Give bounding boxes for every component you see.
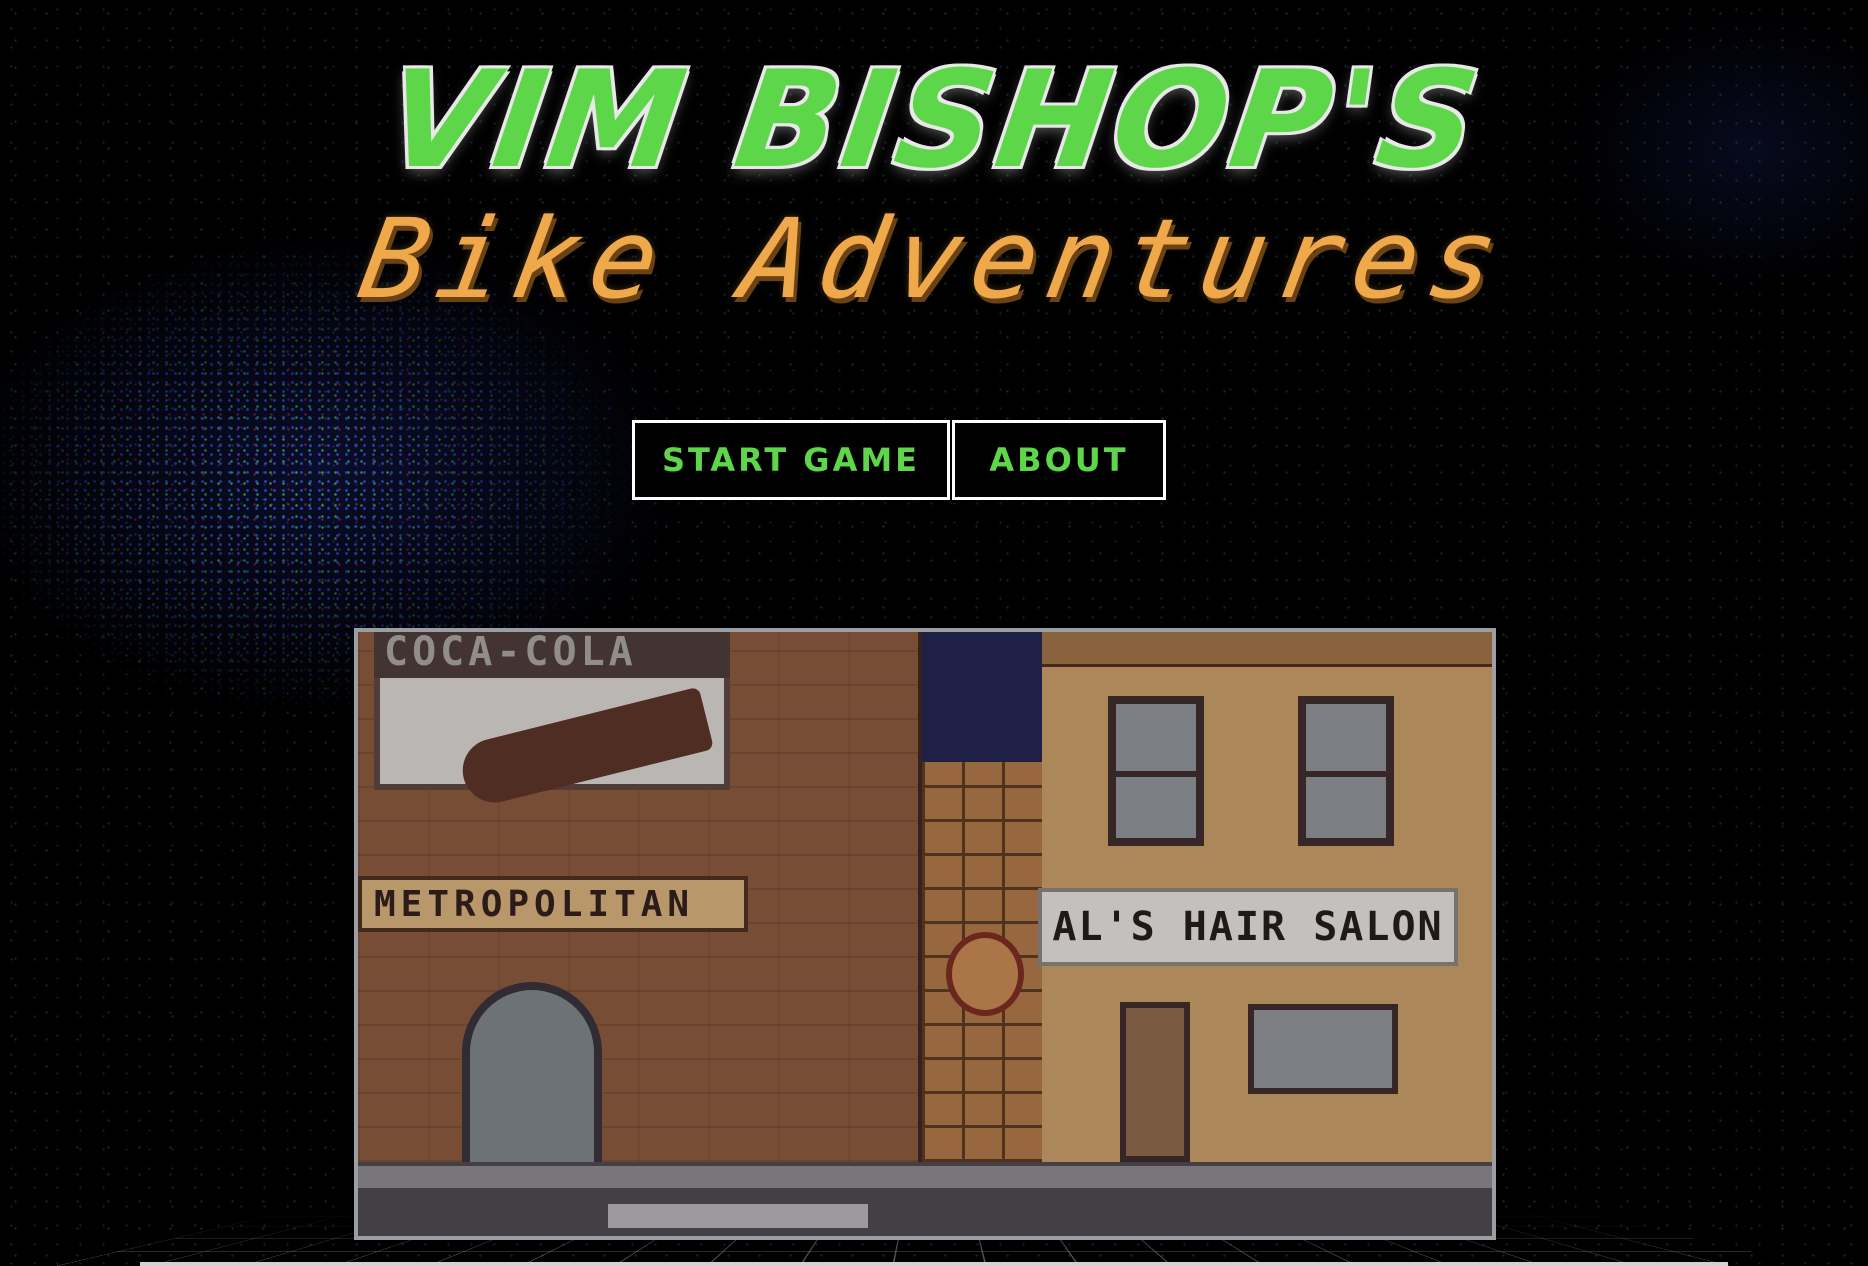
main-menu: START GAME ABOUT [632, 420, 1166, 500]
game-preview-image: COCA-COLA METROPOLITAN AL'S HAIR SALON [354, 628, 1496, 1240]
about-button[interactable]: ABOUT [952, 420, 1166, 500]
game-title: VIM BISHOP'S Bike Adventures [0, 42, 1868, 323]
start-game-button[interactable]: START GAME [632, 420, 950, 500]
title-logo-subtitle: Bike Adventures [351, 195, 1517, 323]
bottom-divider [140, 1262, 1728, 1266]
pixel-street-scene: COCA-COLA METROPOLITAN AL'S HAIR SALON [358, 632, 1492, 1236]
title-logo-main: VIM BISHOP'S [377, 42, 1491, 198]
scene-overlay [358, 632, 1492, 1236]
